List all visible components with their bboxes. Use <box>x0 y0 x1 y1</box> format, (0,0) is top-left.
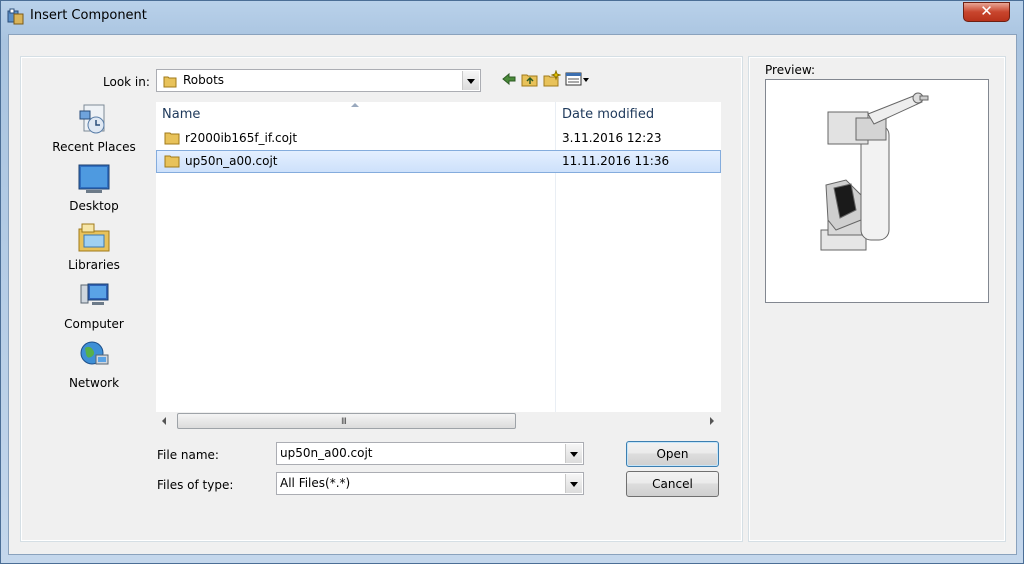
file-row[interactable]: r2000ib165f_if.cojt 3.11.2016 12:23 <box>156 127 721 150</box>
place-network[interactable]: Network <box>49 339 139 397</box>
look-in-label: Look in: <box>103 75 150 89</box>
file-name: up50n_a00.cojt <box>185 154 278 168</box>
libraries-icon <box>78 223 110 252</box>
file-row-selected[interactable]: up50n_a00.cojt 11.11.2016 11:36 <box>156 150 721 173</box>
preview-image <box>765 79 989 303</box>
file-type-value: All Files(*.*) <box>280 476 351 490</box>
sort-ascending-icon <box>351 103 359 107</box>
folder-icon <box>164 155 180 168</box>
column-header-date-modified[interactable]: Date modified <box>556 102 721 126</box>
computer-icon <box>80 283 109 305</box>
preview-panel: Preview: <box>748 56 1006 542</box>
cancel-button[interactable]: Cancel <box>626 471 719 497</box>
column-header-name[interactable]: Name <box>156 102 555 126</box>
scroll-right-arrow-icon[interactable] <box>710 417 714 425</box>
dialog-body: Preview: Look in: Robots Recent Places D… <box>8 34 1017 555</box>
close-button[interactable]: ✕ <box>963 2 1010 22</box>
preview-label: Preview: <box>765 63 816 77</box>
file-type-dropdown-button[interactable] <box>565 474 582 493</box>
open-button[interactable]: Open <box>626 441 719 467</box>
place-desktop[interactable]: Desktop <box>49 162 139 220</box>
scroll-left-arrow-icon[interactable] <box>162 417 166 425</box>
desktop-icon <box>78 164 110 193</box>
place-libraries[interactable]: Libraries <box>49 221 139 279</box>
look-in-combo[interactable]: Robots <box>156 69 481 92</box>
file-date: 11.11.2016 11:36 <box>562 154 670 168</box>
folder-icon <box>163 76 177 88</box>
file-type-label: Files of type: <box>157 478 234 492</box>
scrollbar-thumb[interactable]: III <box>177 413 516 429</box>
place-recent-places[interactable]: Recent Places <box>49 103 139 161</box>
recent-places-icon <box>79 104 105 134</box>
network-icon <box>80 341 109 365</box>
column-header-label: Name <box>162 107 201 122</box>
folder-icon <box>164 132 180 145</box>
window-title: Insert Component <box>30 8 147 23</box>
file-list[interactable]: Name Date modified r2000ib165f_if.cojt 3… <box>156 102 721 431</box>
file-name-label: File name: <box>157 448 219 462</box>
app-icon <box>7 8 24 25</box>
place-label: Libraries <box>68 258 120 272</box>
new-folder-icon[interactable] <box>543 70 561 88</box>
place-computer[interactable]: Computer <box>49 280 139 338</box>
view-menu-icon[interactable] <box>565 70 591 88</box>
look-in-value: Robots <box>183 73 225 87</box>
horizontal-scrollbar[interactable]: III <box>156 412 721 431</box>
title-bar[interactable]: Insert Component ✕ <box>1 1 1023 33</box>
up-folder-icon[interactable] <box>521 70 539 88</box>
back-arrow-icon[interactable] <box>500 70 518 88</box>
place-label: Recent Places <box>52 140 136 154</box>
column-header-label: Date modified <box>562 107 655 122</box>
file-name-combo[interactable]: up50n_a00.cojt <box>276 442 584 465</box>
file-name-dropdown-button[interactable] <box>565 444 582 463</box>
file-name-input[interactable]: up50n_a00.cojt <box>280 446 373 460</box>
file-name: r2000ib165f_if.cojt <box>185 131 298 145</box>
place-label: Desktop <box>69 199 119 213</box>
file-type-select[interactable]: All Files(*.*) <box>276 472 584 495</box>
place-label: Computer <box>64 317 124 331</box>
file-date: 3.11.2016 12:23 <box>562 131 662 145</box>
robot-preview-icon <box>820 92 929 251</box>
insert-component-dialog: Insert Component ✕ Preview: Look in: Rob… <box>0 0 1024 564</box>
look-in-dropdown-button[interactable] <box>462 71 479 90</box>
place-label: Network <box>68 376 120 390</box>
scrollbar-grip: III <box>341 417 347 427</box>
